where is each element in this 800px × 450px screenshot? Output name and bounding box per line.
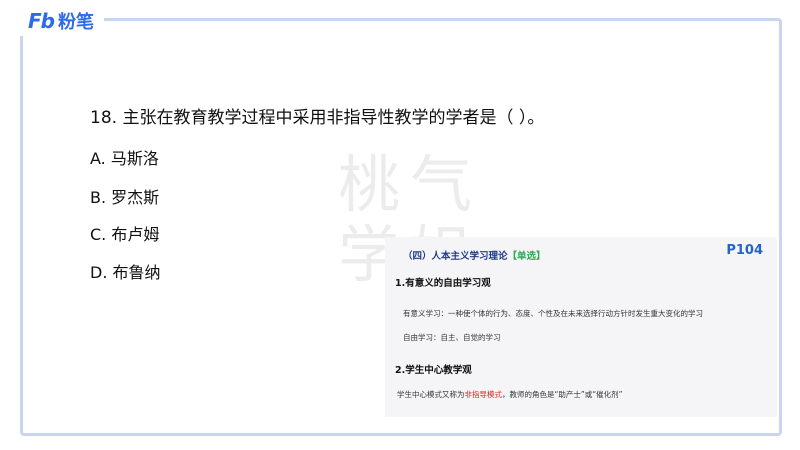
page-reference: P104 <box>726 243 763 258</box>
free-learning-line: 自由学习：自主、自觉的学习 <box>403 333 501 342</box>
notes-panel: （四）人本主义学习理论【单选】 P104 1.有意义的自由学习观 有意义学习：一… <box>385 237 777 417</box>
question-type-tag: 【单选】 <box>507 251 546 262</box>
notes-heading: （四）人本主义学习理论【单选】 <box>403 248 546 262</box>
watermark-line-1: 桃气 <box>337 148 482 221</box>
option-d: D. 布鲁纳 <box>90 263 161 282</box>
student-centered-line: 学生中心模式又称为非指导模式，教师的角色是“助产士”或“催化剂” <box>397 389 623 400</box>
brand-logo: Fb 粉笔 <box>18 6 104 36</box>
student-centered-line-pre: 学生中心模式又称为 <box>397 390 465 399</box>
meaningful-learning-line: 有意义学习：一种使个体的行为、态度、个性及在未来选择行动方针时发生重大变化的学习 <box>403 309 703 318</box>
question-stem: 18. 主张在教育教学过程中采用非指导性教学的学者是（ ）。 <box>90 108 545 128</box>
option-a: A. 马斯洛 <box>90 149 159 168</box>
logo-text: 粉笔 <box>57 12 94 33</box>
non-directive-highlight: 非指导模式 <box>464 390 503 399</box>
logo-mark-icon: Fb <box>28 9 55 33</box>
section-1-title: 1.有意义的自由学习观 <box>395 278 491 289</box>
section-2-title: 2.学生中心教学观 <box>395 365 472 376</box>
option-b: B. 罗杰斯 <box>90 188 160 207</box>
option-c: C. 布卢姆 <box>90 225 160 244</box>
notes-heading-text: （四）人本主义学习理论 <box>403 251 508 262</box>
student-centered-line-post: ，教师的角色是“助产士”或“催化剂” <box>502 390 623 399</box>
